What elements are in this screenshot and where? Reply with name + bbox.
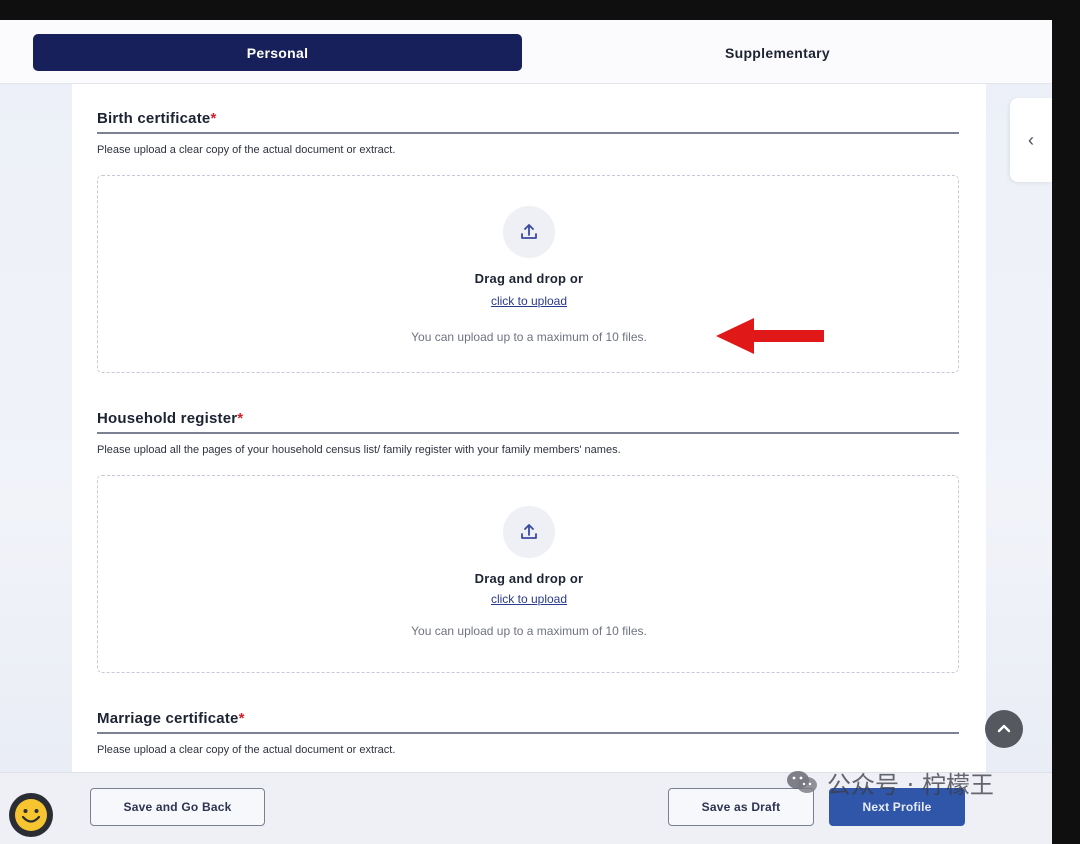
section-divider: [97, 132, 959, 134]
birth-certificate-section: Birth certificate* Please upload a clear…: [97, 108, 959, 373]
section-title-text: Marriage certificate: [97, 710, 239, 727]
section-description: Please upload a clear copy of the actual…: [97, 744, 396, 756]
dropzone-instruction: Drag and drop or: [474, 571, 584, 586]
section-divider: [97, 732, 959, 734]
form-footer: Save and Go Back Save as Draft Next Prof…: [0, 772, 1052, 844]
dropzone-limit-note: You can upload up to a maximum of 10 fil…: [411, 330, 647, 344]
red-arrow-icon: [716, 318, 824, 354]
section-title-text: Household register: [97, 410, 238, 427]
next-profile-button[interactable]: Next Profile: [829, 788, 965, 826]
document-upload-card: Birth certificate* Please upload a clear…: [72, 84, 986, 784]
chevron-up-icon[interactable]: [985, 710, 1023, 748]
upload-icon[interactable]: [503, 506, 555, 558]
click-to-upload-link-wrap: click to upload: [98, 294, 960, 308]
dropzone-limit-note: You can upload up to a maximum of 10 fil…: [411, 624, 647, 638]
required-marker: *: [210, 110, 217, 127]
chevron-left-icon[interactable]: ‹: [1010, 98, 1052, 182]
household-register-section: Household register* Please upload all th…: [97, 408, 959, 673]
section-description: Please upload all the pages of your hous…: [97, 444, 621, 456]
monitor-bezel-right: [1052, 0, 1080, 844]
dropzone-instruction: Drag and drop or: [474, 271, 584, 286]
birth-certificate-dropzone[interactable]: Drag and drop or click to upload You can…: [97, 175, 959, 373]
section-divider: [97, 432, 959, 434]
save-as-draft-button[interactable]: Save as Draft: [668, 788, 814, 826]
app-screen: Personal Supplementary Birth certificate…: [0, 20, 1052, 844]
section-title: Household register*: [97, 408, 959, 430]
smiley-icon[interactable]: [9, 793, 53, 837]
click-to-upload-link[interactable]: click to upload: [491, 294, 567, 308]
section-description: Please upload a clear copy of the actual…: [97, 144, 396, 156]
marriage-certificate-section: Marriage certificate* Please upload a cl…: [97, 708, 959, 757]
click-to-upload-link-wrap: click to upload: [98, 592, 960, 606]
household-register-dropzone[interactable]: Drag and drop or click to upload You can…: [97, 475, 959, 673]
section-title-text: Birth certificate: [97, 110, 211, 127]
upload-icon[interactable]: [503, 206, 555, 258]
tab-personal[interactable]: Personal: [33, 34, 522, 71]
save-and-go-back-button[interactable]: Save and Go Back: [90, 788, 265, 826]
section-title: Birth certificate*: [97, 108, 959, 130]
monitor-bezel-top: [0, 0, 1080, 20]
required-marker: *: [238, 710, 245, 727]
tab-supplementary[interactable]: Supplementary: [533, 34, 1022, 71]
profile-tab-bar: Personal Supplementary: [0, 20, 1052, 84]
section-title: Marriage certificate*: [97, 708, 959, 730]
click-to-upload-link[interactable]: click to upload: [491, 592, 567, 606]
required-marker: *: [237, 410, 244, 427]
